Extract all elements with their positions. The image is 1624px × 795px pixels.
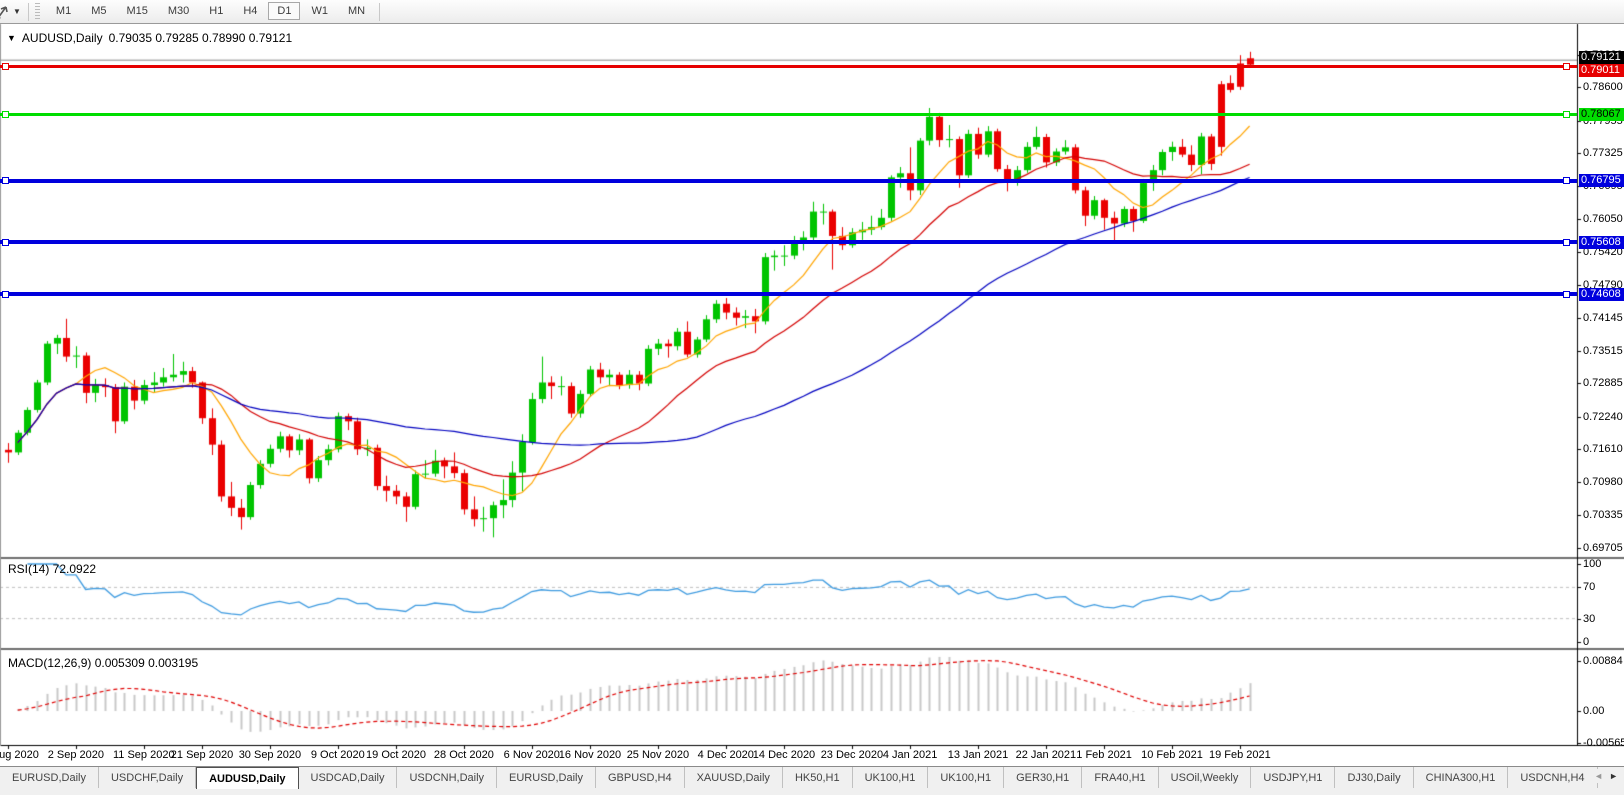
- chart-tab-fra40-h1[interactable]: FRA40,H1: [1082, 767, 1159, 788]
- chart-tab-usdchf-daily[interactable]: USDCHF,Daily: [99, 767, 197, 788]
- price-badge-0.75608: 0.75608: [1579, 235, 1624, 249]
- price-tick-label: 0.72885: [1583, 377, 1623, 390]
- timeframe-button-m30[interactable]: M30: [159, 2, 198, 20]
- symbol-title: AUDUSD,Daily: [21, 31, 103, 45]
- toolbar: ▼ M1 M5 M15 M30 H1 H4 D1 W1 MN: [0, 0, 1624, 24]
- timeframe-buttons: M1 M5 M15 M30 H1 H4 D1 W1 MN: [46, 2, 375, 20]
- price-tick-label: 0.70335: [1583, 509, 1623, 522]
- price-tick-label: 0.74145: [1583, 312, 1623, 324]
- price-badge-0.78067: 0.78067: [1579, 108, 1624, 122]
- chart-tab-eurusd-daily[interactable]: EURUSD,Daily: [0, 767, 99, 788]
- price-tick-label: 0.72240: [1583, 410, 1623, 423]
- crosshair-tool-icon[interactable]: [0, 5, 10, 19]
- line-handle[interactable]: [1563, 177, 1570, 185]
- chart-tab-usdcad-daily[interactable]: USDCAD,Daily: [299, 767, 398, 788]
- price-tick-label: 0.78600: [1583, 81, 1623, 94]
- timeframe-button-m1[interactable]: M1: [47, 2, 80, 20]
- line-handle[interactable]: [2, 177, 9, 185]
- tab-scroll-left-icon[interactable]: ◄: [1594, 771, 1603, 781]
- date-tick-label: 19 Feb 2021: [1209, 749, 1271, 761]
- symbol-dropdown-icon[interactable]: ▼: [7, 33, 16, 43]
- price-tick-label: 0.69705: [1583, 541, 1623, 554]
- chart-tab-ger30-h1[interactable]: GER30,H1: [1004, 767, 1083, 788]
- chart-tab-dj30-daily[interactable]: DJ30,Daily: [1335, 767, 1414, 788]
- rsi-tick-label: 100: [1583, 558, 1602, 570]
- line-handle[interactable]: [1563, 238, 1570, 246]
- timeframe-button-mn[interactable]: MN: [339, 2, 374, 20]
- line-handle[interactable]: [2, 62, 9, 70]
- chart-tab-hk50-h1[interactable]: HK50,H1: [783, 767, 853, 788]
- chart-tab-usdjpy-h1[interactable]: USDJPY,H1: [1251, 767, 1336, 788]
- chart-tab-audusd-daily[interactable]: AUDUSD,Daily: [196, 767, 299, 789]
- horizontal-line-0.75608[interactable]: [0, 240, 1577, 245]
- macd-indicator-label: MACD(12,26,9) 0.005309 0.003195: [8, 656, 199, 670]
- timeframe-button-h4[interactable]: H4: [234, 2, 266, 20]
- line-handle[interactable]: [1563, 62, 1570, 70]
- macd-tick-label: 0.00: [1583, 705, 1605, 717]
- tab-scroll-right-icon[interactable]: ►: [1609, 771, 1618, 781]
- price-badge-0.79011: 0.79011: [1579, 64, 1624, 77]
- rsi-indicator-label: RSI(14) 72.0922: [8, 562, 97, 576]
- horizontal-line-0.79011[interactable]: [0, 64, 1577, 68]
- chart-tab-uk100-h1[interactable]: UK100,H1: [853, 767, 929, 788]
- rsi-tick-label: 30: [1583, 612, 1596, 625]
- chart-canvas[interactable]: [0, 0, 1624, 795]
- timeframe-button-w1[interactable]: W1: [302, 2, 337, 20]
- chart-tab-uk100-h1[interactable]: UK100,H1: [928, 767, 1005, 788]
- horizontal-line-0.78067[interactable]: [0, 113, 1577, 117]
- toolbar-separator: [27, 2, 29, 21]
- price-tick-label: 0.73515: [1583, 344, 1623, 357]
- mt4-window: ▼ M1 M5 M15 M30 H1 H4 D1 W1 MN ▼ AUDUSD,Daily 0.…: [0, 0, 1624, 795]
- timeframe-button-m15[interactable]: M15: [117, 2, 156, 20]
- chart-tab-china300-h1[interactable]: CHINA300,H1: [1414, 767, 1509, 788]
- rsi-tick-label: 70: [1583, 581, 1596, 594]
- chart-tab-bar: EURUSD,Daily USDCHF,Daily AUDUSD,Daily USDC…: [0, 766, 1624, 795]
- line-handle[interactable]: [2, 290, 9, 298]
- chart-title: ▼ AUDUSD,Daily 0.79035 0.79285 0.78990 0…: [7, 31, 292, 45]
- chart-tab-usdcnh-daily[interactable]: USDCNH,Daily: [397, 767, 498, 788]
- chevron-down-icon[interactable]: ▼: [13, 7, 21, 16]
- chart-tab-xauusd-daily[interactable]: XAUUSD,Daily: [685, 767, 783, 788]
- price-tick-label: 0.77325: [1583, 147, 1623, 160]
- chart-tab-usoil-weekly[interactable]: USOil,Weekly: [1159, 767, 1252, 788]
- horizontal-line-0.74608[interactable]: [0, 292, 1577, 297]
- timeframe-button-d1[interactable]: D1: [268, 2, 301, 20]
- chart-tab-gbpusd-h4[interactable]: GBPUSD,H4: [596, 767, 685, 788]
- line-handle[interactable]: [2, 238, 9, 246]
- chart-tab-eurusd-daily[interactable]: EURUSD,Daily: [497, 767, 596, 788]
- price-badge-0.79121: 0.79121: [1579, 51, 1624, 64]
- toolbar-separator: [379, 2, 381, 21]
- line-handle[interactable]: [2, 111, 9, 119]
- chart-tab-usdcnh-h4[interactable]: USDCNH,H4: [1508, 767, 1598, 788]
- timeframe-button-m5[interactable]: M5: [82, 2, 115, 20]
- rsi-tick-label: 0: [1583, 636, 1590, 648]
- price-tick-label: 0.70980: [1583, 475, 1623, 488]
- macd-tick-label: 0.00884: [1583, 654, 1623, 667]
- toolbar-grip[interactable]: [34, 2, 40, 21]
- price-badge-0.76795: 0.76795: [1579, 174, 1624, 188]
- price-tick-label: 0.71610: [1583, 443, 1623, 456]
- price-tick-label: 0.76050: [1583, 213, 1623, 226]
- horizontal-line-0.76795[interactable]: [0, 178, 1577, 183]
- timeframe-button-h1[interactable]: H1: [200, 2, 232, 20]
- tab-scroll-arrows: ◄ ►: [1590, 769, 1622, 783]
- price-badge-0.74608: 0.74608: [1579, 287, 1624, 301]
- line-handle[interactable]: [1563, 290, 1570, 298]
- line-handle[interactable]: [1563, 111, 1570, 119]
- ohlc-values: 0.79035 0.79285 0.78990 0.79121: [108, 31, 293, 45]
- macd-tick-label: -0.005651: [1583, 736, 1624, 749]
